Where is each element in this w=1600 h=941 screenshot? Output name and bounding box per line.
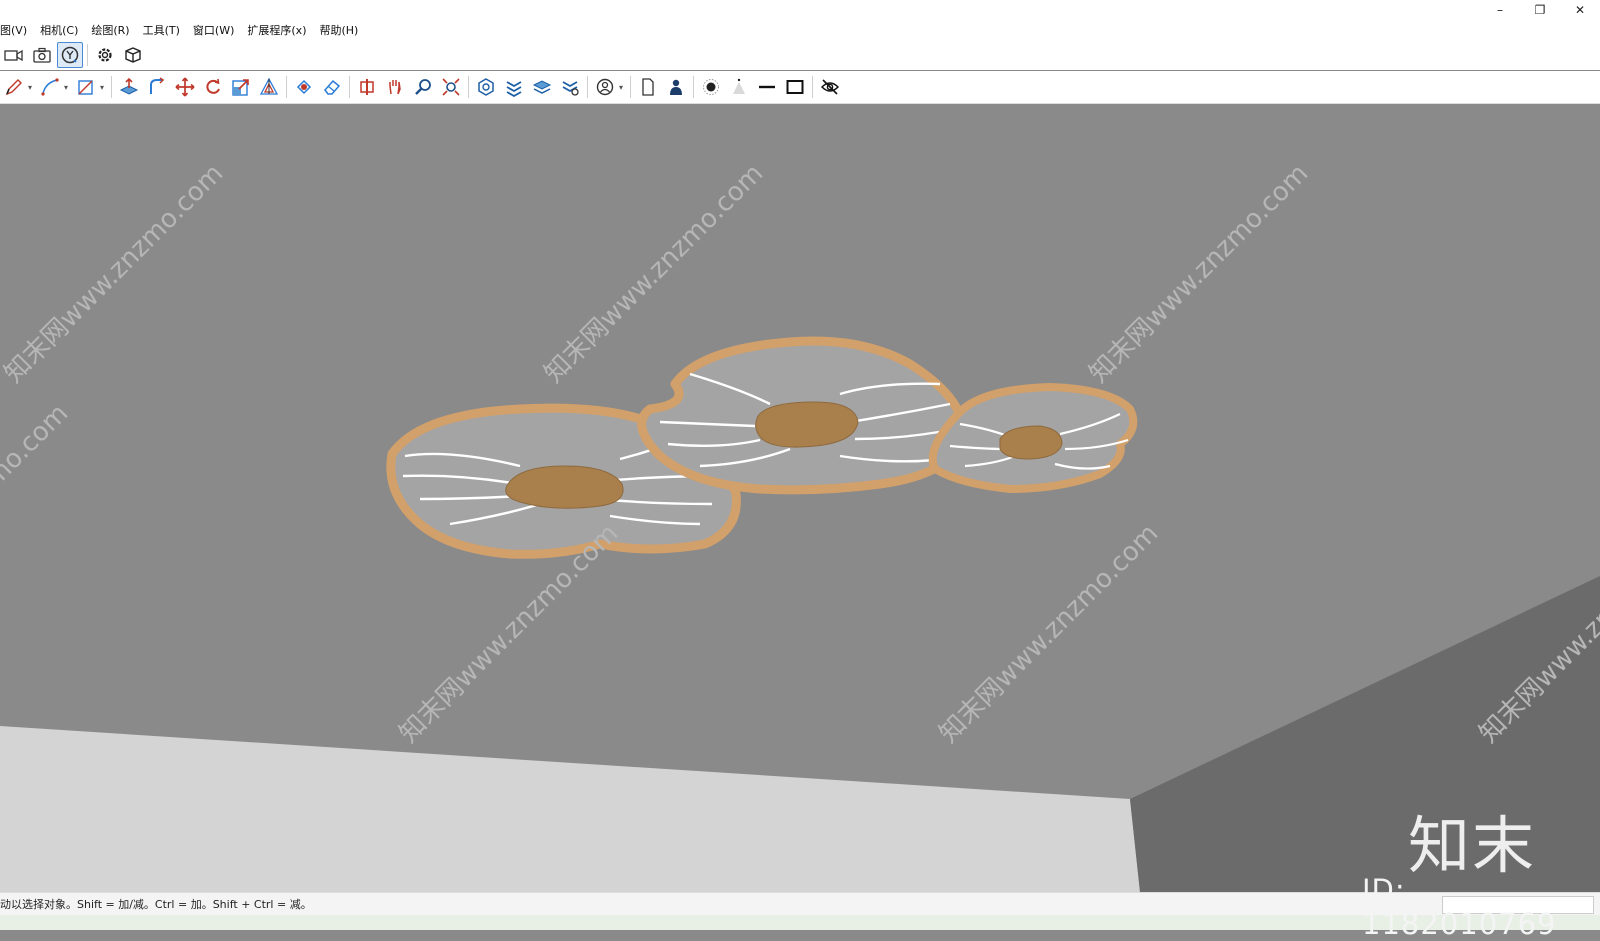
zoom-icon[interactable]: [410, 74, 436, 100]
toolbar-top: [0, 40, 1600, 70]
toolbar-main: ▾ ▾ ▾ ▾: [0, 71, 1600, 104]
layers-icon[interactable]: [501, 74, 527, 100]
watermark-id: ID: 1182010769: [1362, 873, 1557, 941]
settings-gear-icon[interactable]: [92, 42, 118, 68]
line-weight-icon[interactable]: [754, 74, 780, 100]
scene-canvas: 知末网www.znzmo.com 知末网www.znzmo.com 知末网www…: [0, 104, 1600, 892]
menu-help[interactable]: 帮助(H): [319, 22, 358, 38]
hide-eye-icon[interactable]: [817, 74, 843, 100]
chevron-down-icon[interactable]: ▾: [64, 83, 72, 92]
orbit-icon[interactable]: [57, 42, 83, 68]
wood-center-right: [999, 425, 1063, 460]
offset-icon[interactable]: [256, 74, 282, 100]
model-viewport[interactable]: 知末网www.znzmo.com 知末网www.znzmo.com 知末网www…: [0, 104, 1600, 892]
menu-draw[interactable]: 绘图(R): [91, 22, 129, 38]
watermark-brand: 知末: [1408, 809, 1537, 882]
document-icon[interactable]: [635, 74, 661, 100]
cone-icon[interactable]: [726, 74, 752, 100]
chevron-down-icon[interactable]: ▾: [28, 83, 36, 92]
title-bar: – ❐ ✕: [0, 0, 1600, 20]
rotate-icon[interactable]: [200, 74, 226, 100]
menu-view[interactable]: 图(V): [0, 22, 27, 38]
paint-bucket-icon[interactable]: [291, 74, 317, 100]
toolbar-divider: [693, 76, 694, 98]
scenes-icon[interactable]: [557, 74, 583, 100]
move-icon[interactable]: [172, 74, 198, 100]
user-circle-icon[interactable]: [592, 74, 618, 100]
menu-camera[interactable]: 相机(C): [40, 22, 78, 38]
minimize-button[interactable]: –: [1480, 0, 1520, 20]
menu-extensions[interactable]: 扩展程序(x): [247, 22, 306, 38]
toolbar-divider: [468, 76, 469, 98]
chevron-down-icon[interactable]: ▾: [100, 83, 108, 92]
toolbar-divider: [630, 76, 631, 98]
toolbar-divider: [87, 44, 88, 66]
push-pull-icon[interactable]: [116, 74, 142, 100]
cube-icon[interactable]: [120, 42, 146, 68]
eraser-icon[interactable]: [319, 74, 345, 100]
pencil-icon[interactable]: [1, 74, 27, 100]
square-frame-icon[interactable]: [782, 74, 808, 100]
toolbar-divider: [812, 76, 813, 98]
close-button[interactable]: ✕: [1560, 0, 1600, 20]
screenshot-camera-icon[interactable]: [29, 42, 55, 68]
zoom-extents-icon[interactable]: [438, 74, 464, 100]
toolbar-divider: [587, 76, 588, 98]
camera-icon[interactable]: [1, 42, 27, 68]
styles-icon[interactable]: [529, 74, 555, 100]
menu-bar: 图(V) 相机(C) 绘图(R) 工具(T) 窗口(W) 扩展程序(x) 帮助(…: [0, 20, 1600, 40]
wood-center-left: [505, 465, 624, 509]
toolbar-divider: [349, 76, 350, 98]
menu-tools[interactable]: 工具(T): [143, 22, 180, 38]
taskbar-strip: [0, 915, 1600, 930]
pan-hand-icon[interactable]: [382, 74, 408, 100]
menu-window[interactable]: 窗口(W): [193, 22, 234, 38]
shadow-dot-icon[interactable]: [698, 74, 724, 100]
toolbar-divider: [286, 76, 287, 98]
scale-icon[interactable]: [228, 74, 254, 100]
restore-button[interactable]: ❐: [1520, 0, 1560, 20]
person-icon[interactable]: [663, 74, 689, 100]
components-icon[interactable]: [473, 74, 499, 100]
status-bar: 动以选择对象。Shift = 加/减。Ctrl = 加。Shift + Ctrl…: [0, 892, 1600, 915]
rectangle-icon[interactable]: [73, 74, 99, 100]
status-hint-text: 动以选择对象。Shift = 加/减。Ctrl = 加。Shift + Ctrl…: [0, 898, 312, 911]
toolbar-divider: [111, 76, 112, 98]
line-icon[interactable]: [37, 74, 63, 100]
chevron-down-icon[interactable]: ▾: [619, 83, 627, 92]
follow-me-icon[interactable]: [144, 74, 170, 100]
section-plane-icon[interactable]: [354, 74, 380, 100]
